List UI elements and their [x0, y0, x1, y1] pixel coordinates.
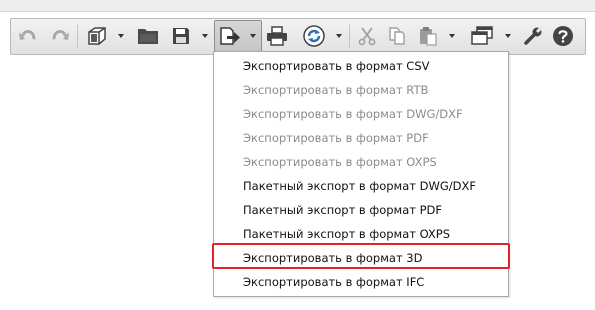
highlight-box-export-3d — [212, 243, 510, 269]
copy-icon[interactable] — [385, 24, 409, 48]
menu-item-batch-export-dwg-dxf[interactable]: Пакетный экспорт в формат DWG/DXF — [214, 174, 508, 198]
menu-item-batch-export-pdf[interactable]: Пакетный экспорт в формат PDF — [214, 198, 508, 222]
menu-item-export-csv[interactable]: Экспортировать в формат CSV — [214, 54, 508, 78]
main-toolbar — [10, 18, 586, 55]
menu-item-export-dwg-dxf: Экспортировать в формат DWG/DXF — [243, 107, 463, 121]
menu-item-export-rtb: Экспортировать в формат RTB — [243, 83, 429, 97]
open-folder-icon[interactable] — [136, 24, 160, 48]
export-icon[interactable] — [218, 24, 242, 48]
menu-item-export-ifc[interactable]: Экспортировать в формат IFC — [214, 270, 508, 294]
settings-wrench-icon[interactable] — [521, 24, 545, 48]
undo-icon[interactable] — [16, 24, 40, 48]
windows-dropdown[interactable] — [503, 24, 513, 48]
3d-view-dropdown[interactable] — [116, 24, 126, 48]
refresh-icon[interactable] — [302, 24, 326, 48]
save-dropdown[interactable] — [200, 24, 210, 48]
help-icon[interactable] — [551, 24, 575, 48]
paste-icon[interactable] — [416, 24, 440, 48]
3d-view-icon[interactable] — [85, 24, 109, 48]
menu-item-export-oxps: Экспортировать в формат OXPS — [243, 155, 437, 169]
toolbar-separator — [349, 25, 350, 48]
export-dropdown[interactable] — [248, 24, 258, 48]
cut-icon[interactable] — [355, 24, 379, 48]
menu-item-export-pdf: Экспортировать в формат PDF — [243, 131, 429, 145]
print-icon[interactable] — [265, 24, 289, 48]
toolbar-separator — [77, 25, 78, 48]
window-top-strip — [0, 0, 595, 12]
refresh-dropdown[interactable] — [334, 24, 344, 48]
paste-dropdown[interactable] — [447, 24, 457, 48]
windows-icon[interactable] — [470, 24, 494, 48]
redo-icon[interactable] — [48, 24, 72, 48]
save-icon[interactable] — [169, 24, 193, 48]
